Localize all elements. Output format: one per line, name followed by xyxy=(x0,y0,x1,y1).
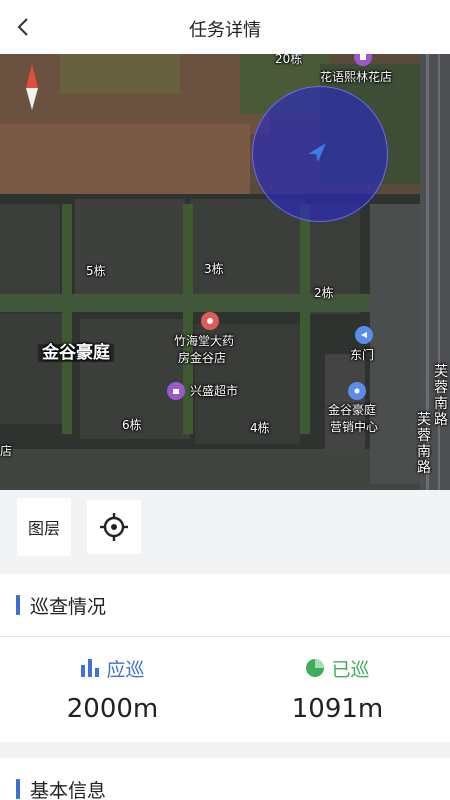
basic-info-card: 基本信息 xyxy=(0,758,450,800)
required-patrol-stat: 应巡 2000m xyxy=(0,654,225,725)
bar-chart-icon xyxy=(80,659,100,677)
map-label-sales-line2: 营销中心 xyxy=(330,420,379,434)
map-label-building-4: 4栋 xyxy=(250,421,270,435)
map-label-building-5: 5栋 xyxy=(86,264,106,278)
layer-button[interactable]: 图层 xyxy=(17,498,71,556)
page-title: 任务详情 xyxy=(189,20,261,41)
section-accent-bar xyxy=(16,595,20,615)
map-label-road-2: 芙蓉南路 xyxy=(417,412,431,476)
map-label-pharmacy-line1: 竹海堂大药 xyxy=(174,334,235,348)
map-label-supermarket: 兴盛超市 xyxy=(190,384,239,398)
sales-center-pin-icon xyxy=(348,382,366,400)
location-arrow-icon xyxy=(308,143,326,162)
map-imagery xyxy=(0,54,450,490)
basic-section-title: 基本信息 xyxy=(16,776,106,800)
divider xyxy=(0,636,450,637)
map-label-pharmacy-line2: 房金谷店 xyxy=(178,351,227,365)
map-label-building-2: 2栋 xyxy=(314,286,334,300)
map-label-building-6: 6栋 xyxy=(122,418,142,432)
map-controls: 图层 xyxy=(0,490,450,574)
map-label-sales-line1: 金谷豪庭 xyxy=(328,403,377,417)
locate-button[interactable] xyxy=(87,500,141,554)
done-patrol-stat: 已巡 1091m xyxy=(225,654,450,725)
done-label: 已巡 xyxy=(331,658,370,681)
compass-icon xyxy=(26,64,38,110)
map-label-building-20: 20栋 xyxy=(275,54,303,66)
pharmacy-pin-icon xyxy=(201,312,219,330)
required-label: 应巡 xyxy=(106,658,145,681)
map-label-road-1: 芙蓉南路 xyxy=(434,364,448,428)
patrol-status-card: 巡查情况 应巡 2000m 已巡 1091m xyxy=(0,574,450,742)
gate-pin-icon xyxy=(355,326,373,344)
map-label-edge: 店 xyxy=(0,444,13,458)
crosshair-icon xyxy=(100,513,128,541)
map-label-building-3: 3栋 xyxy=(204,262,224,276)
patrol-title-text: 巡查情况 xyxy=(30,595,107,618)
required-value: 2000m xyxy=(66,694,159,724)
satellite-map[interactable]: 20栋 花语熙林花店 5栋 3栋 2栋 竹海堂大药 房金谷店 金谷豪庭 东门 兴… xyxy=(0,54,450,490)
section-accent-bar xyxy=(16,779,20,799)
map-label-east-gate: 东门 xyxy=(350,348,375,362)
basic-title-text: 基本信息 xyxy=(30,779,107,800)
map-label-community: 金谷豪庭 xyxy=(38,344,114,362)
done-value: 1091m xyxy=(291,694,384,724)
map-label-flower-shop: 花语熙林花店 xyxy=(320,70,393,84)
patrol-section-title: 巡查情况 xyxy=(16,592,106,618)
supermarket-pin-icon xyxy=(167,382,185,400)
header-bar: 任务详情 xyxy=(0,0,450,54)
pie-chart-icon xyxy=(305,658,325,678)
